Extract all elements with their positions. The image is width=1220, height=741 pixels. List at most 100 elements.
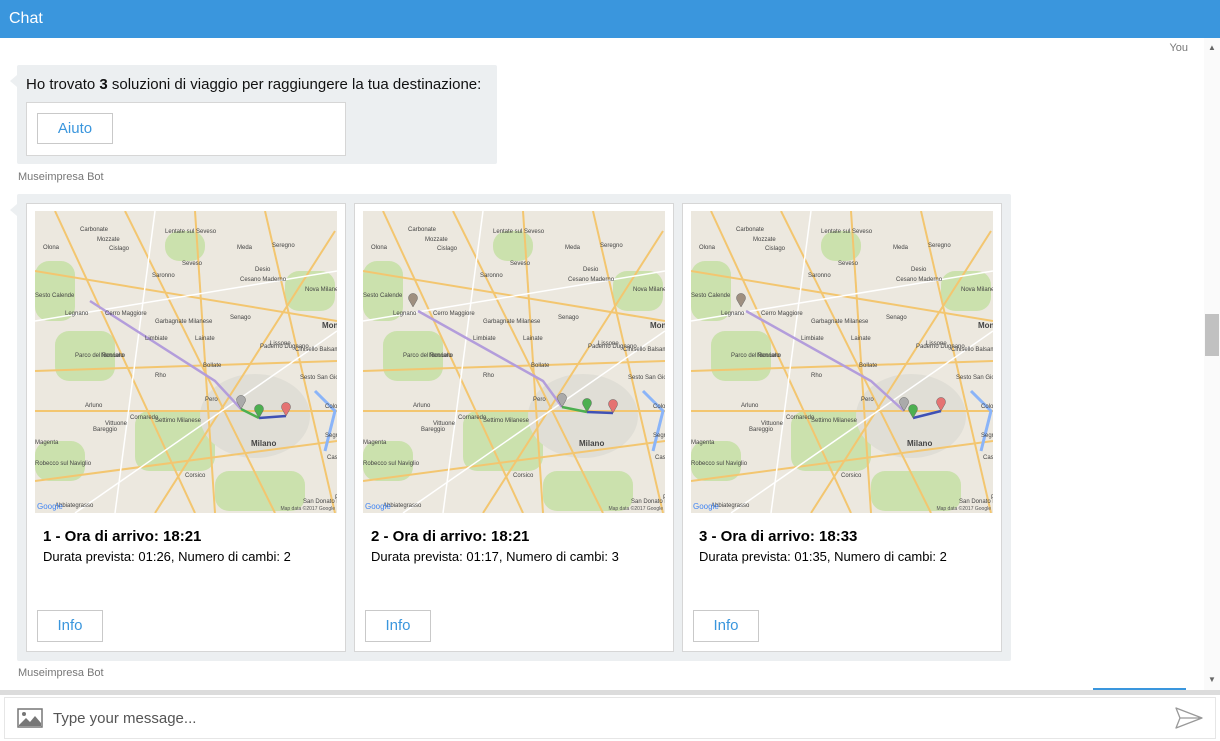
map-place-label: Cologno Monzese [653, 404, 665, 410]
map-place-label: Rho [483, 373, 495, 379]
route-card-1: Carbonate Mozzate Lentate sul Seveso Meda Se… [26, 203, 346, 652]
map-place-label: Olona [43, 245, 60, 251]
map-place-label: Desio [583, 267, 599, 273]
map-place-label: Robecco sul Naviglio [691, 461, 748, 467]
map-place-label: Seveso [510, 261, 531, 267]
map-place-label: Cassina de' Pecchi [655, 455, 665, 461]
composer [0, 690, 1220, 741]
info-button[interactable]: Info [365, 610, 431, 642]
map-place-label: Carbonate [408, 227, 437, 233]
message-text: Ho trovato 3 soluzioni di viaggio per ra… [26, 76, 481, 93]
image-upload-icon[interactable] [17, 708, 43, 733]
card-subtitle: Durata prevista: 01:35, Numero di cambi:… [699, 549, 947, 564]
park-area [215, 471, 305, 511]
suggested-actions-card: Aiuto [26, 102, 346, 156]
route-card-2: Carbonate Mozzate Lentate sul Seveso Meda Se… [354, 203, 674, 652]
map-place-label: Cassina de' Pecchi [327, 455, 337, 461]
map-place-label: Seveso [182, 261, 203, 267]
map-place-label: Segrate [981, 433, 993, 439]
map-place-label: Cologno Monzese [981, 404, 993, 410]
map-svg: Carbonate Mozzate Lentate sul Seveso Meda Se… [691, 211, 993, 513]
map-place-label: Seregno [928, 243, 951, 249]
map-place-label: Cerro Maggiore [433, 311, 475, 317]
park-area [871, 471, 961, 511]
map-place-label: Sesto San Giovanni [300, 375, 337, 381]
scrollbar[interactable]: ▲ ▼ [1204, 38, 1220, 690]
map-place-label: Mozzate [753, 237, 776, 243]
map-attribution: Map data ©2017 Google [608, 505, 663, 512]
title-bar: Chat [0, 0, 1220, 38]
map-place-label: San Donato Milanese [303, 499, 337, 505]
map-place-label: Garbagnate Milanese [155, 319, 213, 325]
map-place-label: Pero [533, 397, 546, 403]
map-place-label: Corsico [841, 473, 862, 479]
map-place-label: Cislago [109, 246, 130, 252]
map-place-label: Meda [893, 245, 909, 251]
map-attribution: Map data ©2017 Google [936, 505, 991, 512]
map-place-label: Arluno [413, 403, 431, 409]
map-place-label: Bollate [203, 363, 222, 369]
route-map-1: Carbonate Mozzate Lentate sul Seveso Meda Se… [35, 211, 337, 513]
map-place-label: Cinisello Balsamo [623, 347, 665, 353]
map-place-label: Garbagnate Milanese [483, 319, 541, 325]
park-area [543, 471, 633, 511]
scroll-thumb[interactable] [1205, 314, 1219, 356]
chat-history[interactable]: You Ho trovato 3 soluzioni di viaggio pe… [0, 38, 1204, 690]
scroll-up-arrow-icon[interactable]: ▲ [1204, 40, 1220, 56]
map-place-label: Saronno [480, 273, 503, 279]
map-place-label: Legnano [65, 311, 89, 317]
map-place-label: Bollate [859, 363, 878, 369]
map-place-label: Mozzate [97, 237, 120, 243]
map-place-label: Rho [155, 373, 167, 379]
map-place-label: Monza [322, 321, 337, 330]
map-place-label: Corsico [513, 473, 534, 479]
map-place-label: Cesano Maderno [240, 277, 287, 283]
map-place-label: Nerviano [757, 353, 782, 359]
map-place-label: Cassina de' Pecchi [983, 455, 993, 461]
send-icon[interactable] [1175, 707, 1203, 734]
map-place-label: Limbiate [473, 336, 496, 342]
map-place-label: Cesano Maderno [896, 277, 943, 283]
map-place-label: Olona [699, 245, 716, 251]
map-place-label: San Donato Milanese [631, 499, 665, 505]
map-place-label: Desio [255, 267, 271, 273]
map-place-label: Robecco sul Naviglio [35, 461, 92, 467]
map-place-label: Arluno [741, 403, 759, 409]
map-place-label: Lentate sul Seveso [493, 229, 545, 235]
bot-name-label: Museimpresa Bot [18, 667, 104, 679]
info-button[interactable]: Info [37, 610, 103, 642]
map-place-label: Settimo Milanese [155, 418, 202, 424]
map-svg: Carbonate Mozzate Lentate sul Seveso Meda Se… [35, 211, 337, 513]
map-place-label: Lainate [195, 336, 215, 342]
map-place-label: Lentate sul Seveso [821, 229, 873, 235]
map-place-label: Nova Milanese [305, 287, 337, 293]
map-place-label: Pero [861, 397, 874, 403]
window-title: Chat [9, 10, 43, 27]
map-place-label: Sesto Calende [363, 293, 403, 299]
map-place-label: Milano [907, 439, 932, 448]
map-place-label: Desio [911, 267, 927, 273]
carousel-bubble: Carbonate Mozzate Lentate sul Seveso Meda Se… [10, 194, 1011, 661]
map-place-label: Monza [650, 321, 665, 330]
map-svg: Carbonate Mozzate Lentate sul Seveso Meda Se… [363, 211, 665, 513]
info-button[interactable]: Info [693, 610, 759, 642]
map-place-label: Meda [237, 245, 253, 251]
google-logo: Google [37, 502, 63, 511]
map-place-label: Sesto Calende [691, 293, 731, 299]
route-map-3: Carbonate Mozzate Lentate sul Seveso Meda Se… [691, 211, 993, 513]
map-place-label: Rho [811, 373, 823, 379]
map-place-label: Sesto San Giovanni [956, 375, 993, 381]
aiuto-button[interactable]: Aiuto [37, 113, 113, 144]
map-place-label: Mozzate [425, 237, 448, 243]
map-place-label: Nerviano [101, 353, 126, 359]
map-place-label: Lentate sul Seveso [165, 229, 217, 235]
scroll-down-arrow-icon[interactable]: ▼ [1204, 672, 1220, 688]
map-place-label: Bareggio [749, 427, 774, 433]
map-place-label: Meda [565, 245, 581, 251]
map-place-label: Settimo Milanese [483, 418, 530, 424]
map-place-label: Seveso [838, 261, 859, 267]
map-place-label: Milano [579, 439, 604, 448]
map-place-label: Cislago [765, 246, 786, 252]
message-input[interactable] [53, 702, 1153, 734]
map-place-label: Lainate [851, 336, 871, 342]
